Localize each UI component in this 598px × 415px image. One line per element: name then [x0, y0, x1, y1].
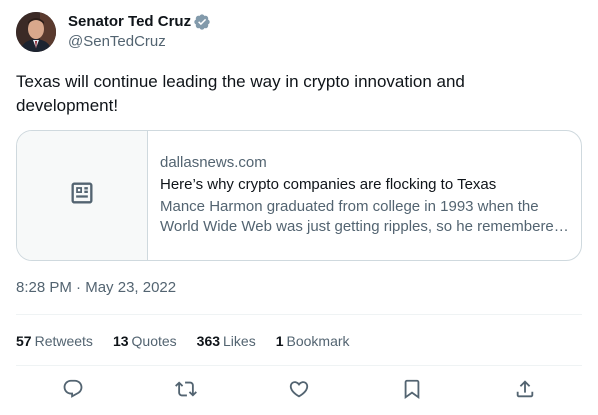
retweet-button[interactable] [167, 372, 205, 410]
link-card[interactable]: dallasnews.com Here’s why crypto compani… [16, 130, 582, 261]
share-icon [514, 378, 536, 405]
timestamp-separator: · [71, 279, 86, 296]
author-display-name[interactable]: Senator Ted Cruz [68, 12, 191, 32]
bookmarks-stat[interactable]: 1 Bookmark [276, 331, 350, 351]
author-handle[interactable]: @SenTedCruz [68, 32, 166, 52]
verified-badge-icon [193, 13, 211, 31]
reply-icon [62, 378, 84, 405]
bookmark-icon [401, 378, 423, 405]
quotes-stat[interactable]: 13 Quotes [113, 331, 177, 351]
share-button[interactable] [506, 372, 544, 410]
card-title: Here’s why crypto companies are flocking… [160, 176, 497, 193]
bookmarks-label: Bookmark [286, 333, 350, 349]
tweet-timestamp: 8:28 PM · May 23, 2022 [16, 278, 176, 298]
article-icon [68, 179, 96, 212]
avatar[interactable] [16, 12, 56, 52]
likes-stat[interactable]: 363 Likes [197, 331, 256, 351]
divider [16, 365, 582, 366]
engagement-stats: 57 Retweets 13 Quotes 363 Likes 1 Bookmark [16, 331, 370, 351]
likes-count: 363 [196, 333, 221, 349]
bookmark-button[interactable] [393, 372, 431, 410]
tweet-date[interactable]: May 23, 2022 [85, 279, 176, 296]
retweets-count: 57 [16, 333, 32, 349]
reply-button[interactable] [54, 372, 92, 410]
card-description: Mance Harmon graduated from college in 1… [160, 198, 563, 235]
retweet-icon [174, 378, 197, 405]
retweets-label: Retweets [34, 333, 93, 349]
divider [16, 314, 582, 315]
likes-label: Likes [223, 333, 256, 349]
retweets-stat[interactable]: 57 Retweets [16, 331, 93, 351]
card-domain: dallasnews.com [160, 154, 267, 171]
card-thumbnail [17, 131, 148, 260]
bookmarks-count: 1 [275, 333, 284, 349]
tweet-time[interactable]: 8:28 PM [16, 279, 72, 296]
quotes-label: Quotes [131, 333, 177, 349]
like-icon [288, 378, 310, 405]
quotes-count: 13 [112, 333, 129, 349]
like-button[interactable] [280, 372, 318, 410]
tweet-text: Texas will continue leading the way in c… [16, 72, 465, 115]
action-bar [16, 372, 582, 410]
